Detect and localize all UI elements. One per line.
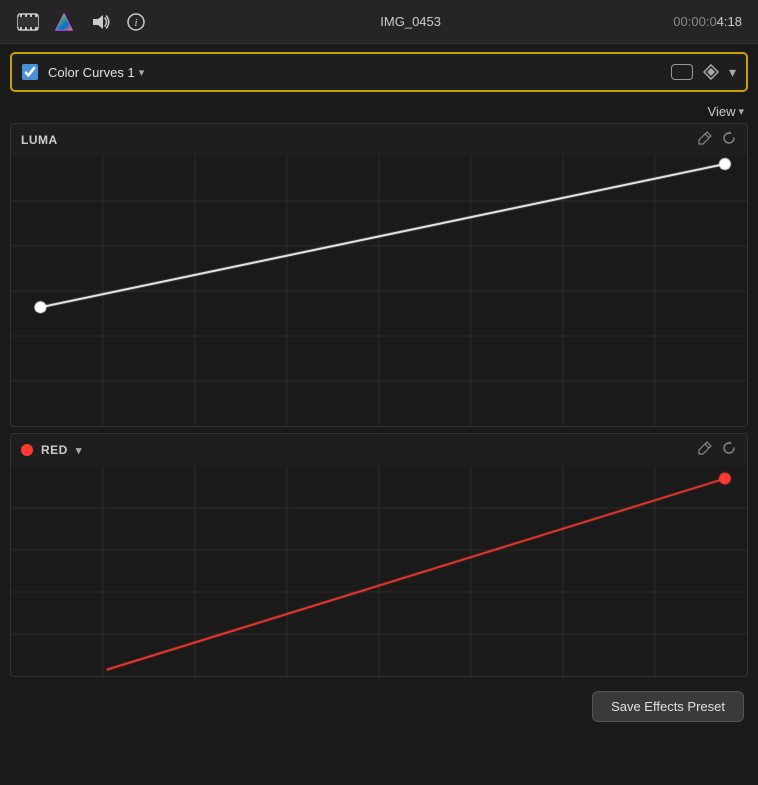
red-reset-icon[interactable] [721, 440, 737, 460]
save-effects-preset-button[interactable]: Save Effects Preset [592, 691, 744, 722]
mask-icon[interactable] [671, 64, 693, 80]
view-row: View ▾ [0, 100, 758, 123]
luma-curve-section: LUMA [10, 123, 748, 427]
top-bar: i IMG_0453 00:00:04:18 [0, 0, 758, 44]
timecode-display: 00:00:04:18 [673, 14, 742, 29]
filename-label: IMG_0453 [380, 14, 441, 29]
svg-text:i: i [134, 17, 137, 29]
info-icon[interactable]: i [124, 10, 148, 34]
luma-header-icons [697, 130, 737, 150]
red-curve-canvas[interactable] [11, 466, 747, 676]
red-chevron-icon[interactable]: ▾ [76, 444, 82, 457]
effect-chevron-icon[interactable]: ▾ [729, 64, 736, 81]
audio-icon[interactable] [88, 10, 112, 34]
effect-name-chevron-icon[interactable]: ▾ [139, 66, 145, 79]
effect-header-icons: ▾ [671, 64, 736, 81]
luma-curve-canvas[interactable] [11, 156, 747, 426]
top-bar-left-icons: i [16, 10, 148, 34]
red-curve-header: RED ▾ [11, 434, 747, 466]
effect-name-label: Color Curves 1 ▾ [48, 65, 671, 80]
film-icon[interactable] [16, 10, 40, 34]
red-channel-dot [21, 444, 33, 456]
red-eyedropper-icon[interactable] [697, 440, 713, 460]
red-header-icons [697, 440, 737, 460]
luma-curve-header: LUMA [11, 124, 747, 156]
luma-eyedropper-icon[interactable] [697, 130, 713, 150]
bottom-bar: Save Effects Preset [0, 683, 758, 730]
effect-header: Color Curves 1 ▾ ▾ [10, 52, 748, 92]
red-label: RED ▾ [21, 443, 82, 457]
timecode-accent: 4:18 [717, 14, 742, 29]
view-button[interactable]: View ▾ [708, 104, 744, 119]
view-label: View [708, 104, 736, 119]
effect-enable-checkbox[interactable] [22, 64, 38, 80]
luma-reset-icon[interactable] [721, 130, 737, 150]
luma-label: LUMA [21, 133, 58, 147]
red-curve-section: RED ▾ [10, 433, 748, 677]
color-icon[interactable] [52, 10, 76, 34]
view-chevron-icon: ▾ [738, 105, 744, 118]
timecode-prefix: 00:00:0 [673, 14, 716, 29]
keyframe-diamond-icon[interactable] [703, 64, 719, 80]
